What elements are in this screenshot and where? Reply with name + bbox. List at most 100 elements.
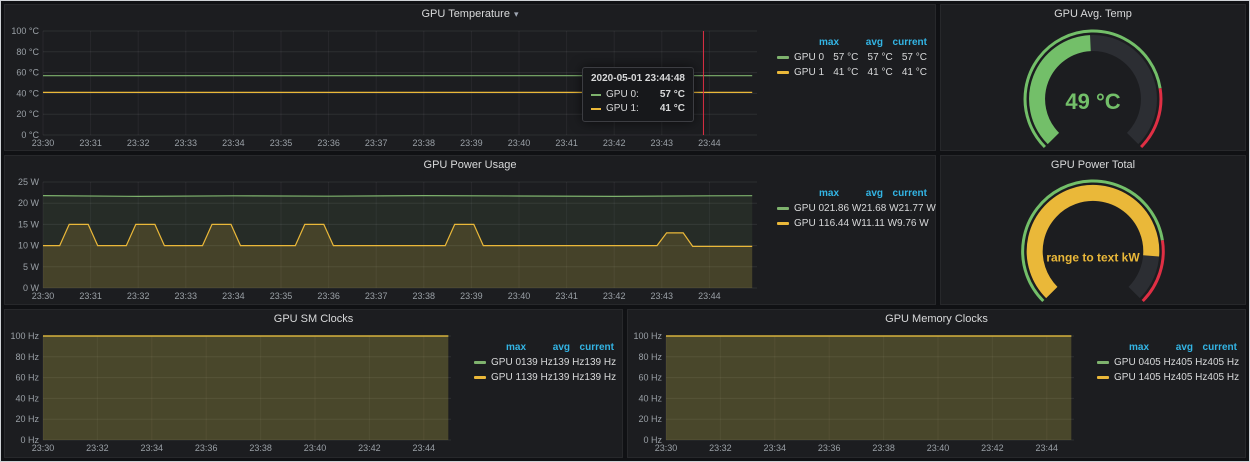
legend-column-header[interactable]: current (570, 340, 614, 355)
tooltip-series-row: GPU 1:41 °C (591, 102, 685, 116)
panel-gpu-avg-temp: GPU Avg. Temp 49 °C (940, 4, 1246, 151)
panel-header-gpu-memory-clocks[interactable]: GPU Memory Clocks (628, 310, 1245, 328)
svg-text:20 Hz: 20 Hz (638, 414, 662, 424)
legend-column-header[interactable]: max (795, 35, 839, 50)
legend-column-header[interactable]: avg (839, 35, 883, 50)
svg-text:100 °C: 100 °C (11, 26, 39, 36)
legend-header-row: maxavgcurrent (1085, 340, 1237, 355)
svg-text:40 Hz: 40 Hz (638, 393, 662, 403)
svg-text:23:39: 23:39 (460, 138, 483, 148)
panel-header-gpu-temperature[interactable]: GPU Temperature ▾ (5, 5, 935, 23)
gpu-power-total-gauge: range to text kW (945, 175, 1241, 303)
gpu-memory-clocks-chart[interactable]: 23:3023:3223:3423:3623:3823:4023:4223:44… (630, 328, 1082, 454)
legend-value: 57 °C (858, 50, 892, 65)
tooltip-series-value: 57 °C (650, 88, 685, 102)
legend-series-name[interactable]: GPU 1 (1085, 370, 1144, 385)
legend-value: 16.44 W (824, 216, 861, 231)
legend-value: 405 Hz (1207, 370, 1239, 385)
legend-header-row: maxavgcurrent (462, 340, 614, 355)
svg-text:23:42: 23:42 (603, 138, 626, 148)
series-color-icon (591, 94, 601, 96)
svg-text:23:36: 23:36 (317, 291, 340, 301)
series-color-icon (591, 108, 601, 110)
svg-text:23:34: 23:34 (222, 138, 245, 148)
legend-column-header[interactable]: max (795, 186, 839, 201)
svg-text:23:42: 23:42 (603, 291, 626, 301)
svg-text:15 W: 15 W (18, 220, 40, 230)
svg-text:23:44: 23:44 (698, 138, 721, 148)
gpu-sm-clocks-chart[interactable]: 23:3023:3223:3423:3623:3823:4023:4223:44… (7, 328, 459, 454)
legend-series-name[interactable]: GPU 1 (765, 65, 824, 80)
svg-text:20 °C: 20 °C (16, 109, 39, 119)
svg-text:40 Hz: 40 Hz (15, 393, 39, 403)
legend-column-header[interactable]: max (1105, 340, 1149, 355)
legend-value: 139 Hz (553, 355, 585, 370)
svg-text:0 W: 0 W (23, 283, 40, 293)
panel-header-gpu-avg-temp[interactable]: GPU Avg. Temp (941, 5, 1245, 23)
legend-value: 139 Hz (584, 370, 616, 385)
gpu-power-chart[interactable]: 23:3023:3123:3223:3323:3423:3523:3623:37… (7, 174, 765, 302)
panel-title: GPU Temperature (422, 8, 510, 20)
panel-title: GPU Power Usage (424, 159, 517, 171)
svg-text:23:41: 23:41 (555, 138, 578, 148)
svg-text:23:43: 23:43 (651, 291, 674, 301)
svg-text:40 °C: 40 °C (16, 88, 39, 98)
legend-series-row: GPU 116.44 W11.11 W9.76 W (765, 216, 927, 231)
svg-text:25 W: 25 W (18, 177, 40, 187)
legend-series-name[interactable]: GPU 0 (765, 50, 824, 65)
svg-text:60 Hz: 60 Hz (638, 372, 662, 382)
legend-value: 41 °C (858, 65, 892, 80)
panel-gpu-power-usage: GPU Power Usage 23:3023:3123:3223:3323:3… (4, 155, 936, 304)
legend-column-header[interactable]: avg (839, 186, 883, 201)
svg-text:23:36: 23:36 (317, 138, 340, 148)
svg-text:23:32: 23:32 (127, 291, 150, 301)
legend-series-name[interactable]: GPU 1 (462, 370, 521, 385)
legend-value: 405 Hz (1176, 355, 1208, 370)
svg-text:23:36: 23:36 (195, 443, 218, 453)
chevron-down-icon: ▾ (514, 9, 519, 20)
panel-header-gpu-power-usage[interactable]: GPU Power Usage (5, 156, 935, 174)
legend-gpu-memory-clocks: maxavgcurrentGPU 0405 Hz405 Hz405 HzGPU … (1085, 328, 1243, 457)
svg-text:23:36: 23:36 (818, 443, 841, 453)
legend-value: 9.76 W (897, 216, 929, 231)
svg-text:0 Hz: 0 Hz (643, 435, 662, 445)
legend-series-name[interactable]: GPU 1 (765, 216, 824, 231)
legend-value: 21.86 W (824, 201, 861, 216)
panel-header-gpu-power-total[interactable]: GPU Power Total (941, 156, 1245, 174)
panel-body: 23:3023:3123:3223:3323:3423:3523:3623:37… (5, 23, 935, 150)
legend-series-name[interactable]: GPU 0 (462, 355, 521, 370)
svg-text:23:34: 23:34 (764, 443, 787, 453)
svg-text:23:40: 23:40 (508, 138, 531, 148)
legend-series-name[interactable]: GPU 0 (1085, 355, 1144, 370)
legend-series-row: GPU 057 °C57 °C57 °C (765, 50, 927, 65)
svg-text:23:38: 23:38 (413, 138, 436, 148)
series-color-icon (474, 361, 486, 364)
svg-text:23:37: 23:37 (365, 291, 388, 301)
dashboard-row-2: GPU Power Usage 23:3023:3123:3223:3323:3… (4, 155, 1246, 304)
legend-value: 11.11 W (861, 216, 897, 231)
svg-text:23:35: 23:35 (270, 138, 293, 148)
svg-text:23:40: 23:40 (304, 443, 327, 453)
legend-column-header[interactable]: avg (1149, 340, 1193, 355)
legend-series-name[interactable]: GPU 0 (765, 201, 824, 216)
legend-column-header[interactable]: max (482, 340, 526, 355)
dashboard-row-3: GPU SM Clocks 23:3023:3223:3423:3623:382… (4, 309, 1246, 458)
panel-gpu-temperature: GPU Temperature ▾ 23:3023:3123:3223:3323… (4, 4, 936, 151)
panel-header-gpu-sm-clocks[interactable]: GPU SM Clocks (5, 310, 622, 328)
legend-column-header[interactable]: current (883, 186, 927, 201)
legend-series-row: GPU 0139 Hz139 Hz139 Hz (462, 355, 614, 370)
legend-column-header[interactable]: current (1193, 340, 1237, 355)
svg-text:20 W: 20 W (18, 199, 40, 209)
legend-value: 405 Hz (1144, 355, 1176, 370)
panel-title: GPU Avg. Temp (1054, 8, 1132, 20)
svg-text:23:42: 23:42 (358, 443, 381, 453)
chart-area: 23:3023:3123:3223:3323:3423:3523:3623:37… (7, 174, 765, 303)
legend-series-row: GPU 1139 Hz139 Hz139 Hz (462, 370, 614, 385)
svg-text:10 W: 10 W (18, 241, 40, 251)
legend-column-header[interactable]: current (883, 35, 927, 50)
legend-column-header[interactable]: avg (526, 340, 570, 355)
panel-body: 23:3023:3123:3223:3323:3423:3523:3623:37… (5, 174, 935, 303)
svg-text:20 Hz: 20 Hz (15, 414, 39, 424)
svg-text:23:38: 23:38 (872, 443, 895, 453)
svg-text:80 Hz: 80 Hz (15, 351, 39, 361)
